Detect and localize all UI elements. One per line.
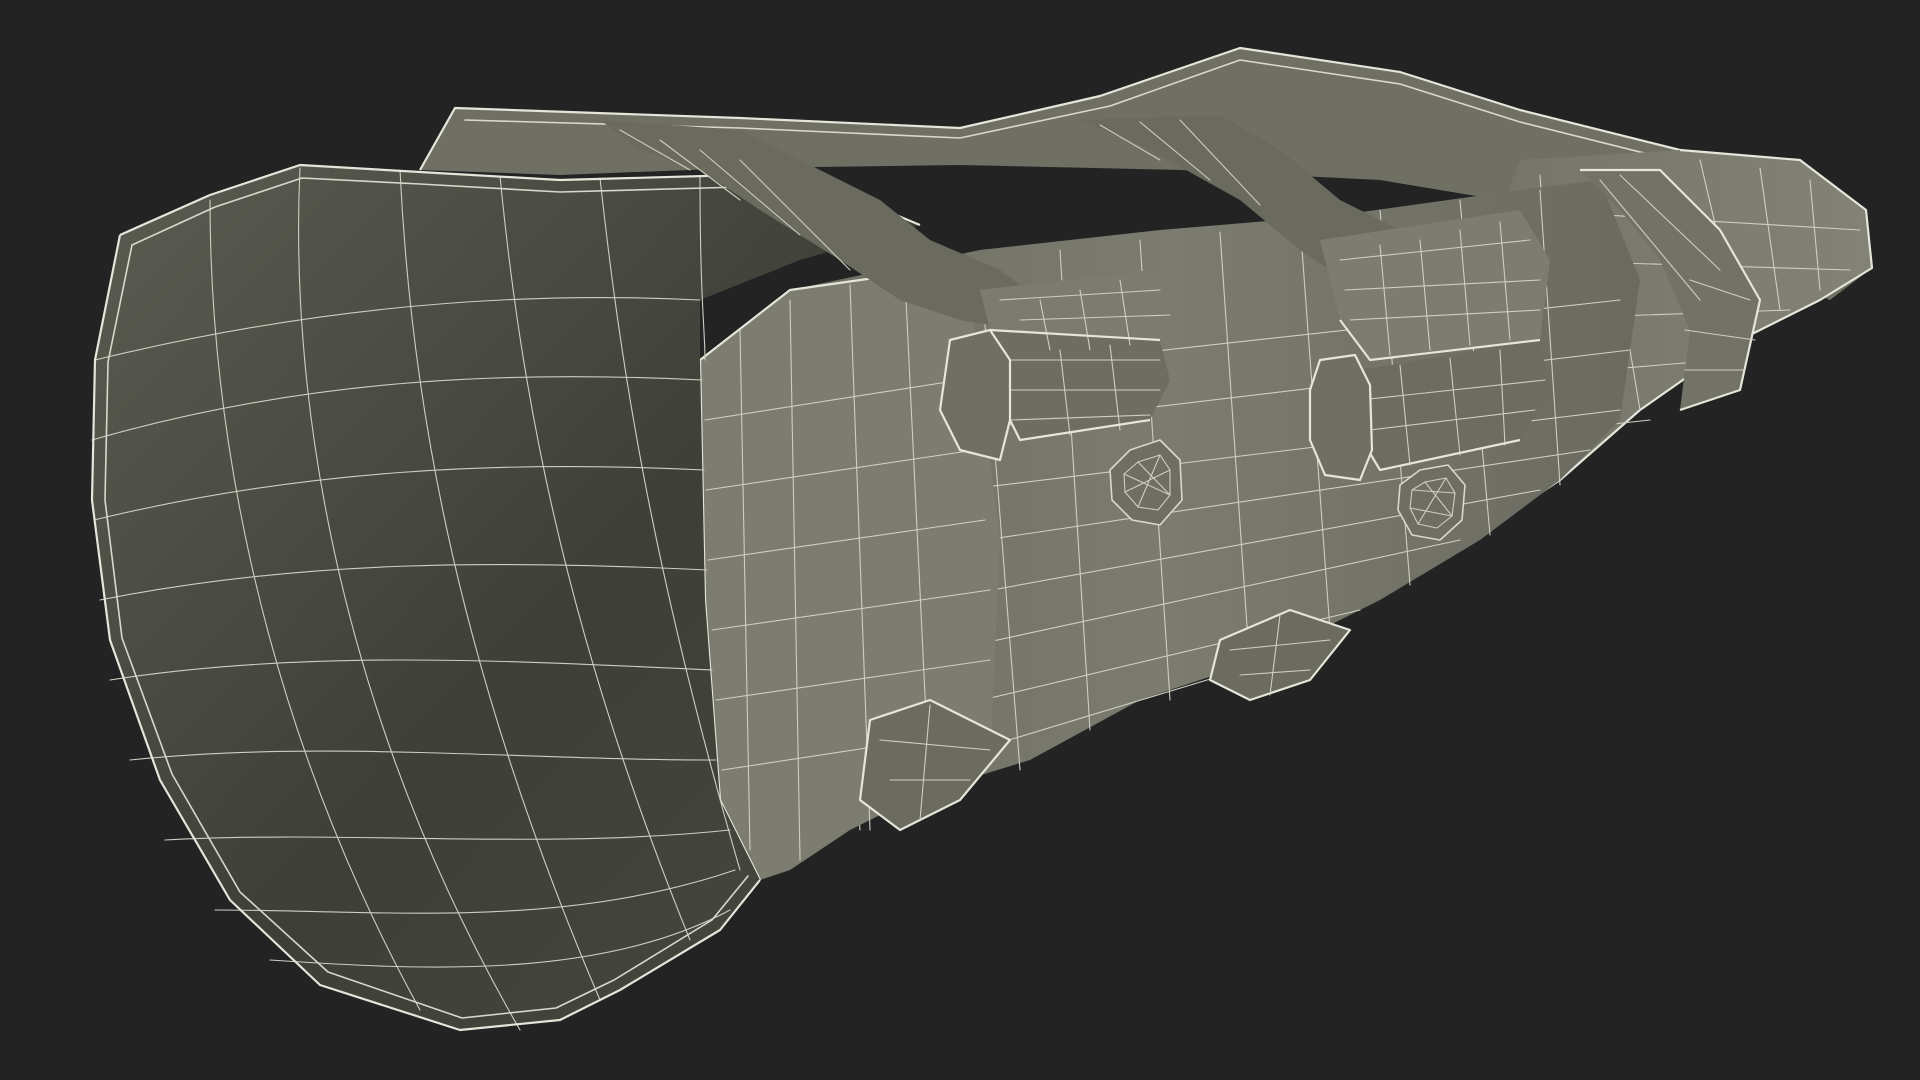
wrist-brace-wireframe-model [90, 46, 1874, 1032]
render-viewport [0, 0, 1920, 1080]
